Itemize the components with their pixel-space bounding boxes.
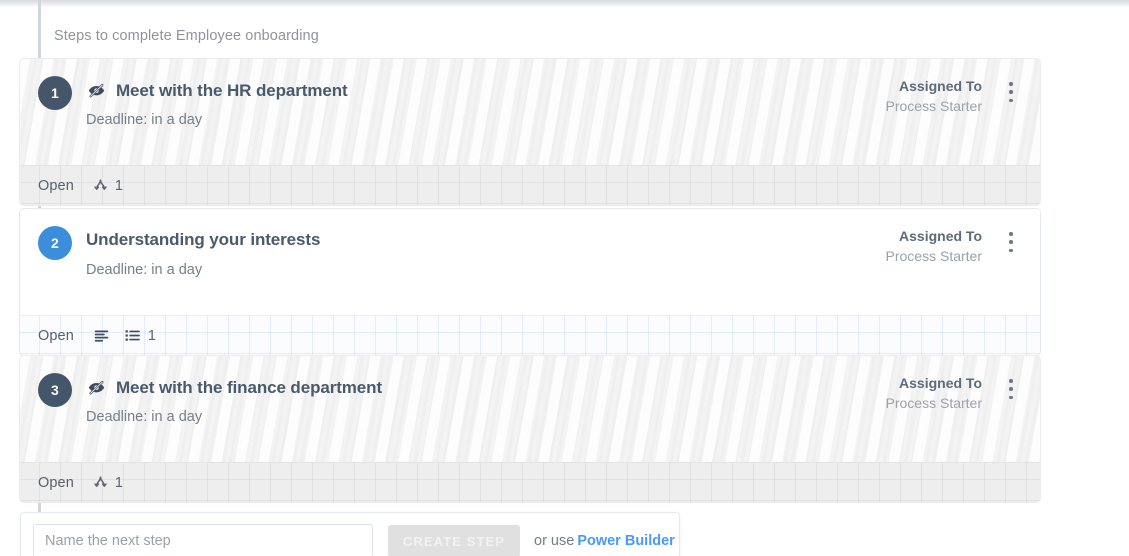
kebab-dot bbox=[1009, 90, 1013, 94]
kebab-dot bbox=[1009, 240, 1013, 244]
step-number-badge: 2 bbox=[38, 226, 72, 260]
checklist-icon bbox=[125, 330, 140, 341]
step-title-row: Meet with the HR department bbox=[86, 80, 348, 101]
description-icon bbox=[94, 330, 109, 342]
kebab-dot bbox=[1009, 232, 1013, 236]
step-menu-button[interactable] bbox=[1000, 79, 1022, 105]
step-card-body: 2 Understanding your interests Deadline:… bbox=[20, 209, 1040, 315]
eye-off-icon bbox=[88, 380, 105, 395]
checklist-count: 1 bbox=[147, 327, 156, 344]
eye-off-icon bbox=[88, 83, 105, 98]
step-description-meta[interactable] bbox=[92, 327, 111, 344]
step-deadline: Deadline: in a day bbox=[86, 112, 203, 128]
step-assignee: Assigned To Process Starter bbox=[886, 227, 982, 267]
assignee-value: Process Starter bbox=[885, 395, 982, 411]
assignee-label: Assigned To bbox=[899, 228, 982, 244]
step-deadline: Deadline: in a day bbox=[86, 409, 203, 425]
step-assignee: Assigned To Process Starter bbox=[886, 374, 982, 414]
kebab-dot bbox=[1009, 248, 1013, 252]
step-deadline: Deadline: in a day bbox=[86, 262, 203, 278]
kebab-dot bbox=[1009, 82, 1013, 86]
step-checklist-meta[interactable]: 1 bbox=[123, 327, 156, 344]
step-title: Meet with the HR department bbox=[116, 80, 348, 100]
step-menu-button[interactable] bbox=[1000, 376, 1022, 402]
step-title-row: Understanding your interests bbox=[86, 230, 320, 250]
kebab-dot bbox=[1009, 98, 1013, 102]
power-builder-hint: or use Power Builder bbox=[534, 533, 675, 549]
step-status-badge: Open bbox=[38, 177, 74, 194]
add-step-bar: CREATE STEP or usePower Builder bbox=[20, 512, 680, 556]
step-number-badge: 3 bbox=[38, 373, 72, 407]
step-status-badge: Open bbox=[38, 327, 74, 344]
kebab-dot bbox=[1009, 379, 1013, 383]
step-card[interactable]: 2 Understanding your interests Deadline:… bbox=[20, 209, 1040, 355]
step-branch-meta[interactable]: 1 bbox=[92, 474, 123, 491]
branch-count: 1 bbox=[114, 177, 123, 194]
step-card-footer: Open 1 bbox=[20, 165, 1040, 205]
process-steps-panel: Steps to complete Employee onboarding 1 … bbox=[0, 0, 1129, 556]
step-card-footer: Open 1 bbox=[20, 315, 1040, 355]
or-use-text: or use bbox=[534, 533, 575, 549]
assignee-value: Process Starter bbox=[885, 98, 982, 114]
create-step-button[interactable]: CREATE STEP bbox=[388, 525, 520, 556]
kebab-dot bbox=[1009, 395, 1013, 399]
step-number-badge: 1 bbox=[38, 76, 72, 110]
power-builder-link[interactable]: Power Builder bbox=[577, 533, 675, 549]
scrolled-content-edge bbox=[0, 0, 1129, 7]
step-branch-meta[interactable]: 1 bbox=[92, 177, 123, 194]
page-title: Steps to complete Employee onboarding bbox=[54, 28, 319, 44]
next-step-name-input[interactable] bbox=[33, 524, 373, 556]
step-title-row: Meet with the finance department bbox=[86, 377, 382, 398]
step-card-body: 1 Meet with the HR department Deadline: … bbox=[20, 59, 1040, 165]
step-title: Meet with the finance department bbox=[116, 377, 383, 397]
step-card[interactable]: 1 Meet with the HR department Deadline: … bbox=[20, 59, 1040, 205]
step-title: Understanding your interests bbox=[86, 230, 321, 249]
assignee-label: Assigned To bbox=[899, 78, 982, 94]
step-menu-button[interactable] bbox=[1000, 229, 1022, 255]
step-card-footer: Open 1 bbox=[20, 462, 1040, 502]
step-card[interactable]: 3 Meet with the finance department Deadl… bbox=[20, 356, 1040, 502]
kebab-dot bbox=[1009, 387, 1013, 391]
step-assignee: Assigned To Process Starter bbox=[886, 77, 982, 117]
branch-icon bbox=[94, 179, 107, 190]
assignee-value: Process Starter bbox=[885, 248, 982, 264]
step-status-badge: Open bbox=[38, 474, 74, 491]
branch-count: 1 bbox=[114, 474, 123, 491]
step-card-body: 3 Meet with the finance department Deadl… bbox=[20, 356, 1040, 462]
branch-icon bbox=[94, 476, 107, 487]
assignee-label: Assigned To bbox=[899, 375, 982, 391]
